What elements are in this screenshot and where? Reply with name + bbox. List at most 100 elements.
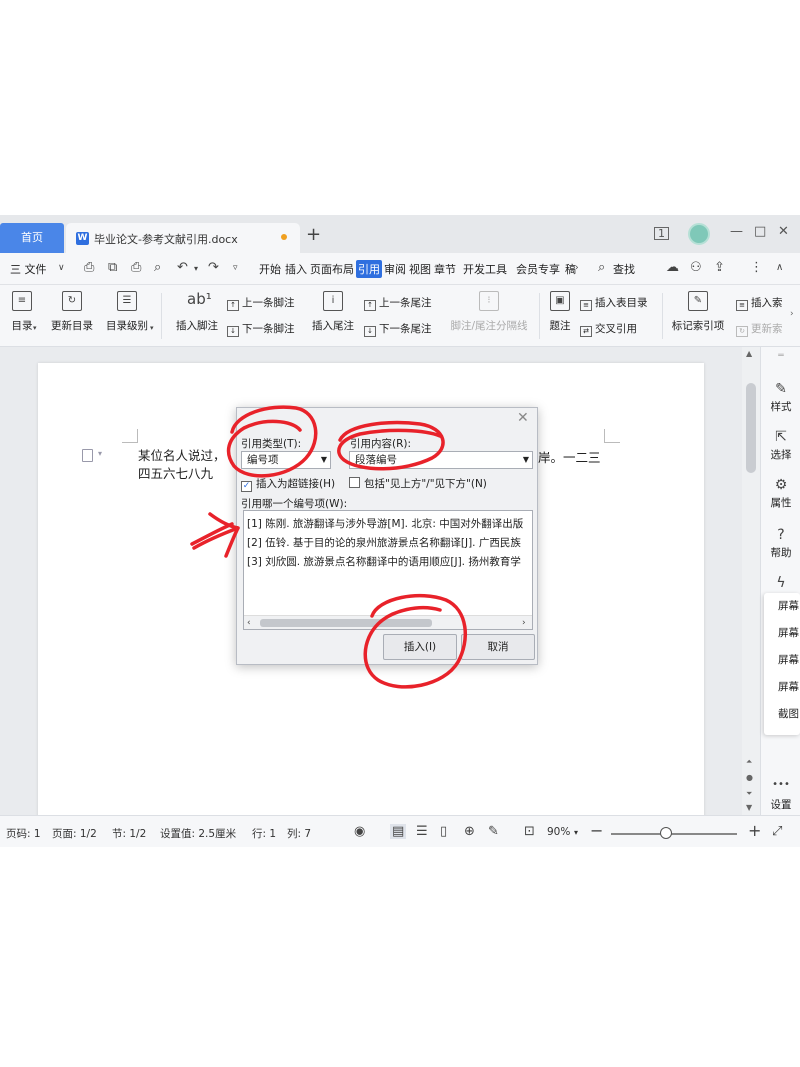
menu-insert[interactable]: 插入 (285, 261, 307, 277)
scroll-up-arrow-icon[interactable]: ▲ (746, 349, 752, 358)
note-separator-button[interactable]: ⁝ 脚注/尾注分隔线 (446, 291, 532, 333)
select-browse-object-icon[interactable]: ● (746, 773, 753, 782)
tab-home[interactable]: 首页 (0, 223, 64, 253)
toc-level-dropdown-icon[interactable]: ▾ (150, 324, 154, 332)
panel-settings-button[interactable]: ••• 设置 (761, 779, 800, 812)
avatar[interactable] (688, 223, 710, 245)
zoom-level[interactable]: 90% (547, 826, 570, 838)
toc-level-button[interactable]: ☰ 目录级别 (103, 291, 151, 333)
tab-document[interactable]: W 毕业论文-参考文献引用.docx (66, 223, 300, 253)
export-pdf-icon[interactable]: ⧉ (108, 260, 117, 275)
new-tab-plus-icon[interactable]: + (306, 226, 321, 244)
collaborate-icon[interactable]: ⚇ (690, 260, 702, 275)
close-icon[interactable]: ✕ (517, 410, 529, 426)
minimize-button[interactable]: — (730, 224, 743, 239)
scroll-down-arrow-icon[interactable]: ▼ (746, 803, 752, 812)
chevron-down-icon[interactable]: ∨ (58, 263, 65, 273)
menu-references[interactable]: 引用 (356, 260, 382, 278)
update-toc-button[interactable]: ↻ 更新目录 (48, 291, 96, 333)
menu-start[interactable]: 开始 (259, 261, 281, 277)
close-button[interactable]: ✕ (778, 224, 789, 239)
quick-access-more-icon[interactable]: ▿ (233, 263, 238, 273)
above-below-checkbox[interactable]: 包括"见上方"/"见下方"(N) (349, 476, 487, 491)
page-view-icon[interactable]: ▤ (390, 824, 407, 839)
menu-page-layout[interactable]: 页面布局 (310, 261, 354, 277)
prev-endnote-button[interactable]: ↑ 上一条尾注 (364, 295, 432, 311)
next-footnote-button[interactable]: ↓ 下一条脚注 (227, 321, 295, 337)
fit-page-icon[interactable]: ⊡ (524, 824, 535, 839)
menu-member[interactable]: 会员专享 (516, 261, 560, 277)
scroll-left-arrow-icon[interactable]: ‹ (247, 616, 251, 629)
next-endnote-button[interactable]: ↓ 下一条尾注 (364, 321, 432, 337)
hyperlink-checkbox[interactable]: ✓ 插入为超链接(H) (241, 476, 335, 492)
status-setting-value[interactable]: 设置值: 2.5厘米 (160, 826, 236, 841)
popout-item[interactable]: 截图 (764, 701, 800, 728)
menu-developer[interactable]: 开发工具 (463, 261, 507, 277)
web-view-icon[interactable]: ⊕ (464, 824, 475, 839)
zoom-slider-handle[interactable] (660, 827, 672, 839)
zoom-out-icon[interactable]: − (590, 821, 603, 840)
status-page-number[interactable]: 页码: 1 (6, 826, 41, 841)
chevron-right-icon[interactable]: › (575, 263, 579, 273)
list-item[interactable]: [2] 伍铃. 基于目的论的泉州旅游景点名称翻译[J]. 广西民族 (247, 535, 521, 550)
menu-view[interactable]: 视图 (409, 261, 431, 277)
scrollbar-thumb[interactable] (746, 383, 756, 473)
print-preview-icon[interactable]: ⌕ (154, 260, 161, 275)
popout-item[interactable]: 屏幕 (764, 674, 800, 701)
search-icon[interactable]: ⌕ (598, 260, 605, 275)
more-menu-icon[interactable]: ⋮ (750, 260, 763, 275)
popout-item[interactable]: 屏幕 (764, 647, 800, 674)
reading-view-icon[interactable]: ▯ (440, 824, 447, 839)
save-icon[interactable]: ⎙ (84, 260, 94, 275)
zoom-dropdown-icon[interactable]: ▾ (574, 828, 578, 837)
collapse-ribbon-icon[interactable]: ∧ (776, 262, 783, 273)
scroll-right-arrow-icon[interactable]: › (522, 616, 526, 629)
menu-chapter[interactable]: 章节 (434, 261, 456, 277)
horizontal-scrollbar[interactable]: ‹ › (244, 615, 532, 629)
mark-index-button[interactable]: ✎ 标记索引项 (669, 291, 727, 333)
fullscreen-icon[interactable]: ⤢ (772, 824, 782, 839)
insert-button[interactable]: 插入(I) (383, 634, 457, 660)
vertical-scrollbar[interactable]: ▲ ⏶ ● ⏷ ▼ (742, 347, 760, 815)
panel-properties-button[interactable]: ⚙ 属性 (761, 477, 800, 510)
share-icon[interactable]: ⇪ (714, 260, 725, 275)
insert-footnote-button[interactable]: ab¹ 插入脚注 (174, 291, 220, 333)
maximize-button[interactable]: □ (754, 224, 766, 239)
panel-help-button[interactable]: ? 帮助 (761, 527, 800, 560)
numbered-items-list[interactable]: [1] 陈刚. 旅游翻译与涉外导游[M]. 北京: 中国对外翻译出版 [2] 伍… (243, 510, 533, 630)
menu-file[interactable]: 三 文件 (10, 261, 47, 277)
prev-footnote-button[interactable]: ↑ 上一条脚注 (227, 295, 295, 311)
panel-style-button[interactable]: ✎ 样式 (761, 381, 800, 414)
popout-item[interactable]: 屏幕 (764, 620, 800, 647)
zoom-in-icon[interactable]: + (748, 821, 761, 840)
toc-button[interactable]: ≡ 目录 (8, 291, 36, 333)
cancel-button[interactable]: 取消 (461, 634, 535, 660)
popout-item[interactable]: 屏幕 (764, 593, 800, 620)
undo-icon[interactable]: ↶ (177, 260, 188, 275)
ref-type-select[interactable]: 编号项 ▼ (241, 451, 331, 469)
toc-dropdown-icon[interactable]: ▾ (33, 324, 37, 332)
redo-icon[interactable]: ↷ (208, 260, 219, 275)
eye-protection-icon[interactable]: ◉ (354, 824, 365, 839)
status-section[interactable]: 节: 1/2 (112, 826, 146, 841)
paragraph-handle-dropdown-icon[interactable]: ▾ (98, 449, 102, 458)
insert-index-button[interactable]: ≡ 插入索 (736, 295, 783, 311)
list-item[interactable]: [1] 陈刚. 旅游翻译与涉外导游[M]. 北京: 中国对外翻译出版 (247, 516, 523, 531)
menu-review[interactable]: 审阅 (384, 261, 406, 277)
status-pages[interactable]: 页面: 1/2 (52, 826, 97, 841)
update-index-button[interactable]: ↻ 更新索 (736, 321, 783, 337)
undo-dropdown-icon[interactable]: ▾ (194, 264, 198, 273)
prev-page-icon[interactable]: ⏶ (746, 757, 752, 767)
list-item[interactable]: [3] 刘欣圆. 旅游景点名称翻译中的语用顺应[J]. 扬州教育学 (247, 554, 521, 569)
paragraph-handle-icon[interactable] (82, 449, 93, 462)
search-label[interactable]: 查找 (613, 261, 635, 277)
caption-button[interactable]: ▣ 题注 (546, 291, 574, 333)
scrollbar-thumb[interactable] (260, 619, 432, 627)
outline-view-icon[interactable]: ☰ (416, 824, 428, 839)
insert-endnote-button[interactable]: i 插入尾注 (310, 291, 356, 333)
ref-content-select[interactable]: 段落编号 ▼ (349, 451, 533, 469)
window-layout-icon[interactable]: 1 (654, 227, 669, 240)
print-icon[interactable]: ⎙ (131, 260, 141, 275)
cross-reference-button[interactable]: ⇄ 交叉引用 (580, 321, 637, 337)
zoom-slider[interactable] (611, 833, 737, 835)
